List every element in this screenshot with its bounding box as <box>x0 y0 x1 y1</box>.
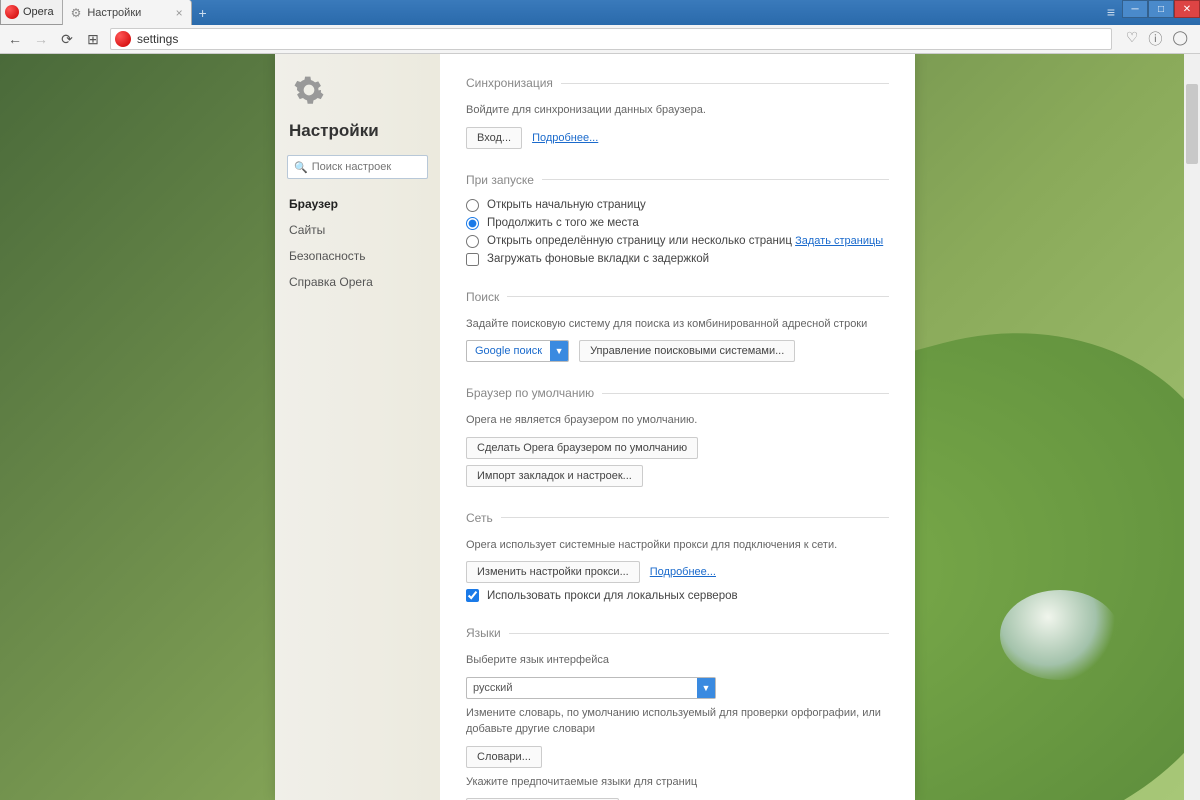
minimize-button[interactable]: ─ <box>1122 0 1148 18</box>
settings-search-input[interactable] <box>312 161 421 173</box>
section-sync: Синхронизация Войдите для синхронизации … <box>466 76 889 149</box>
settings-panel: Настройки 🔍 Браузер Сайты Безопасность С… <box>275 54 915 800</box>
scrollbar[interactable] <box>1184 54 1200 800</box>
section-title: Синхронизация <box>466 76 889 90</box>
panel-toggle-icon[interactable]: ≡ <box>1107 4 1115 20</box>
section-title: При запуске <box>466 173 889 187</box>
address-bar[interactable] <box>110 28 1112 50</box>
back-button[interactable]: ← <box>6 30 24 48</box>
gear-icon: ⚙ <box>71 6 82 20</box>
set-pages-link[interactable]: Задать страницы <box>795 235 883 247</box>
titlebar: Opera ⚙ Настройки × + ≡ ─ □ ✕ <box>0 0 1200 25</box>
settings-main: Синхронизация Войдите для синхронизации … <box>440 54 915 800</box>
dictionaries-button[interactable]: Словари... <box>466 746 542 768</box>
gear-icon <box>293 74 440 111</box>
chevron-down-icon: ▼ <box>550 341 568 361</box>
opera-logo-icon <box>115 31 131 47</box>
page-title: Настройки <box>289 121 440 141</box>
proxy-settings-button[interactable]: Изменить настройки прокси... <box>466 561 640 583</box>
window-close-button[interactable]: ✕ <box>1174 0 1200 18</box>
reload-button[interactable]: ⟳ <box>58 30 76 48</box>
learn-more-link[interactable]: Подробнее... <box>650 566 716 578</box>
sidebar-item-browser[interactable]: Браузер <box>275 191 440 217</box>
lang-desc3: Укажите предпочитаемые языки для страниц <box>466 774 889 791</box>
section-title: Языки <box>466 626 889 640</box>
opera-logo-icon <box>5 5 19 19</box>
check-proxy-local[interactable]: Использовать прокси для локальных сервер… <box>466 589 889 602</box>
section-desc: Opera не является браузером по умолчанию… <box>466 412 889 429</box>
import-bookmarks-button[interactable]: Импорт закладок и настроек... <box>466 465 643 487</box>
manage-search-engines-button[interactable]: Управление поисковыми системами... <box>579 340 795 362</box>
radio-continue[interactable]: Продолжить с того же места <box>466 217 889 230</box>
lang-desc2: Измените словарь, по умолчанию используе… <box>466 705 889 738</box>
content-area: Настройки 🔍 Браузер Сайты Безопасность С… <box>0 54 1200 800</box>
section-network: Сеть Opera использует системные настройк… <box>466 511 889 603</box>
window-controls: ─ □ ✕ <box>1122 0 1200 18</box>
user-icon[interactable]: ◯ <box>1172 29 1188 49</box>
speed-dial-button[interactable]: ⊞ <box>84 30 102 48</box>
section-startup: При запуске Открыть начальную страницу П… <box>466 173 889 266</box>
login-button[interactable]: Вход... <box>466 127 522 149</box>
section-languages: Языки Выберите язык интерфейса русский ▼… <box>466 626 889 800</box>
section-desc: Задайте поисковую систему для поиска из … <box>466 316 889 333</box>
heart-icon[interactable]: ♡ <box>1126 29 1139 49</box>
radio-start-page[interactable]: Открыть начальную страницу <box>466 199 889 212</box>
tab-title: Настройки <box>87 7 141 19</box>
learn-more-link[interactable]: Подробнее... <box>532 132 598 144</box>
maximize-button[interactable]: □ <box>1148 0 1174 18</box>
make-default-button[interactable]: Сделать Opera браузером по умолчанию <box>466 437 698 459</box>
lang-desc1: Выберите язык интерфейса <box>466 652 889 669</box>
info-icon[interactable]: ⓘ <box>1148 29 1162 49</box>
opera-menu-label: Opera <box>23 6 54 18</box>
settings-search[interactable]: 🔍 <box>287 155 428 179</box>
settings-sidebar: Настройки 🔍 Браузер Сайты Безопасность С… <box>275 54 440 800</box>
sidebar-item-security[interactable]: Безопасность <box>275 243 440 269</box>
new-tab-button[interactable]: + <box>192 0 214 25</box>
sidebar-item-help[interactable]: Справка Opera <box>275 269 440 295</box>
language-dropdown[interactable]: русский ▼ <box>466 677 716 699</box>
search-icon: 🔍 <box>294 161 308 174</box>
opera-menu-button[interactable]: Opera <box>0 0 63 25</box>
section-desc: Opera использует системные настройки про… <box>466 537 889 554</box>
chevron-down-icon: ▼ <box>697 678 715 698</box>
toolbar: ← → ⟳ ⊞ ♡ ⓘ ◯ <box>0 25 1200 54</box>
radio-specific-pages[interactable]: Открыть определённую страницу или нескол… <box>466 235 889 248</box>
address-input[interactable] <box>137 32 1107 46</box>
section-title: Сеть <box>466 511 889 525</box>
forward-button[interactable]: → <box>32 30 50 48</box>
section-title: Поиск <box>466 290 889 304</box>
check-lazy-tabs[interactable]: Загружать фоновые вкладки с задержкой <box>466 253 889 266</box>
tab-settings[interactable]: ⚙ Настройки × <box>62 0 192 25</box>
close-icon[interactable]: × <box>176 6 183 20</box>
section-title: Браузер по умолчанию <box>466 386 889 400</box>
search-engine-dropdown[interactable]: Google поиск ▼ <box>466 340 569 362</box>
section-search: Поиск Задайте поисковую систему для поис… <box>466 290 889 363</box>
scrollbar-thumb[interactable] <box>1186 84 1198 164</box>
section-default-browser: Браузер по умолчанию Opera не является б… <box>466 386 889 487</box>
sidebar-item-sites[interactable]: Сайты <box>275 217 440 243</box>
section-desc: Войдите для синхронизации данных браузер… <box>466 102 889 119</box>
